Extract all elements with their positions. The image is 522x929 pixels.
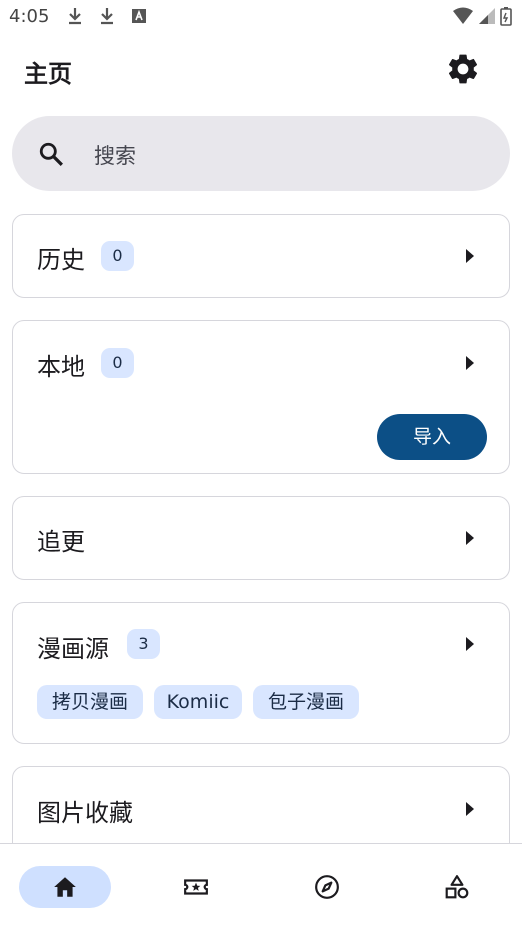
download-icon [101, 8, 113, 25]
history-label: 历史 [37, 246, 85, 274]
search-icon [39, 142, 63, 166]
history-count-badge: 0 [101, 241, 134, 271]
arrow-right-icon [466, 637, 474, 651]
nav-categories[interactable] [411, 866, 503, 908]
page-title: 主页 [24, 60, 72, 88]
nav-home[interactable] [19, 866, 111, 908]
source-chip[interactable]: Komiic [154, 685, 242, 719]
local-label: 本地 [37, 353, 85, 381]
arrow-right-icon [466, 802, 474, 816]
comic-sources-count-badge: 3 [127, 629, 160, 659]
import-button[interactable]: 导入 [377, 414, 487, 460]
app-notification-icon [132, 9, 146, 23]
arrow-right-icon [466, 249, 474, 263]
follow-updates-label: 追更 [37, 528, 85, 556]
status-time: 4:05 [9, 6, 50, 27]
app-bar: 主页 [0, 40, 522, 100]
source-chip[interactable]: 拷贝漫画 [37, 685, 143, 719]
source-chip[interactable]: 包子漫画 [253, 685, 359, 719]
image-favorites-label: 图片收藏 [37, 799, 133, 827]
gear-icon [448, 54, 478, 84]
search-bar[interactable]: 搜索 [12, 116, 510, 191]
nav-subscriptions[interactable] [150, 866, 242, 908]
settings-button[interactable] [445, 51, 481, 87]
arrow-right-icon [466, 356, 474, 370]
battery-icon [500, 7, 512, 26]
signal-icon [479, 8, 495, 24]
ticket-star-icon [184, 879, 208, 895]
nav-explore[interactable] [281, 866, 373, 908]
shapes-icon [445, 875, 469, 899]
status-bar: 4:05 [0, 0, 522, 34]
local-card[interactable]: 本地 0 导入 [12, 320, 510, 474]
history-card[interactable]: 历史 0 [12, 214, 510, 298]
follow-updates-card[interactable]: 追更 [12, 496, 510, 580]
comic-sources-label: 漫画源 [37, 635, 109, 663]
bottom-navigation [0, 843, 522, 929]
search-placeholder: 搜索 [94, 144, 136, 168]
status-right-icons [452, 6, 512, 26]
wifi-icon [453, 7, 473, 24]
comic-sources-card[interactable]: 漫画源 3 拷贝漫画 Komiic 包子漫画 [12, 602, 510, 744]
home-icon [54, 877, 76, 897]
local-count-badge: 0 [101, 348, 134, 378]
compass-icon [315, 875, 339, 899]
download-icon [69, 8, 81, 25]
arrow-right-icon [466, 531, 474, 545]
